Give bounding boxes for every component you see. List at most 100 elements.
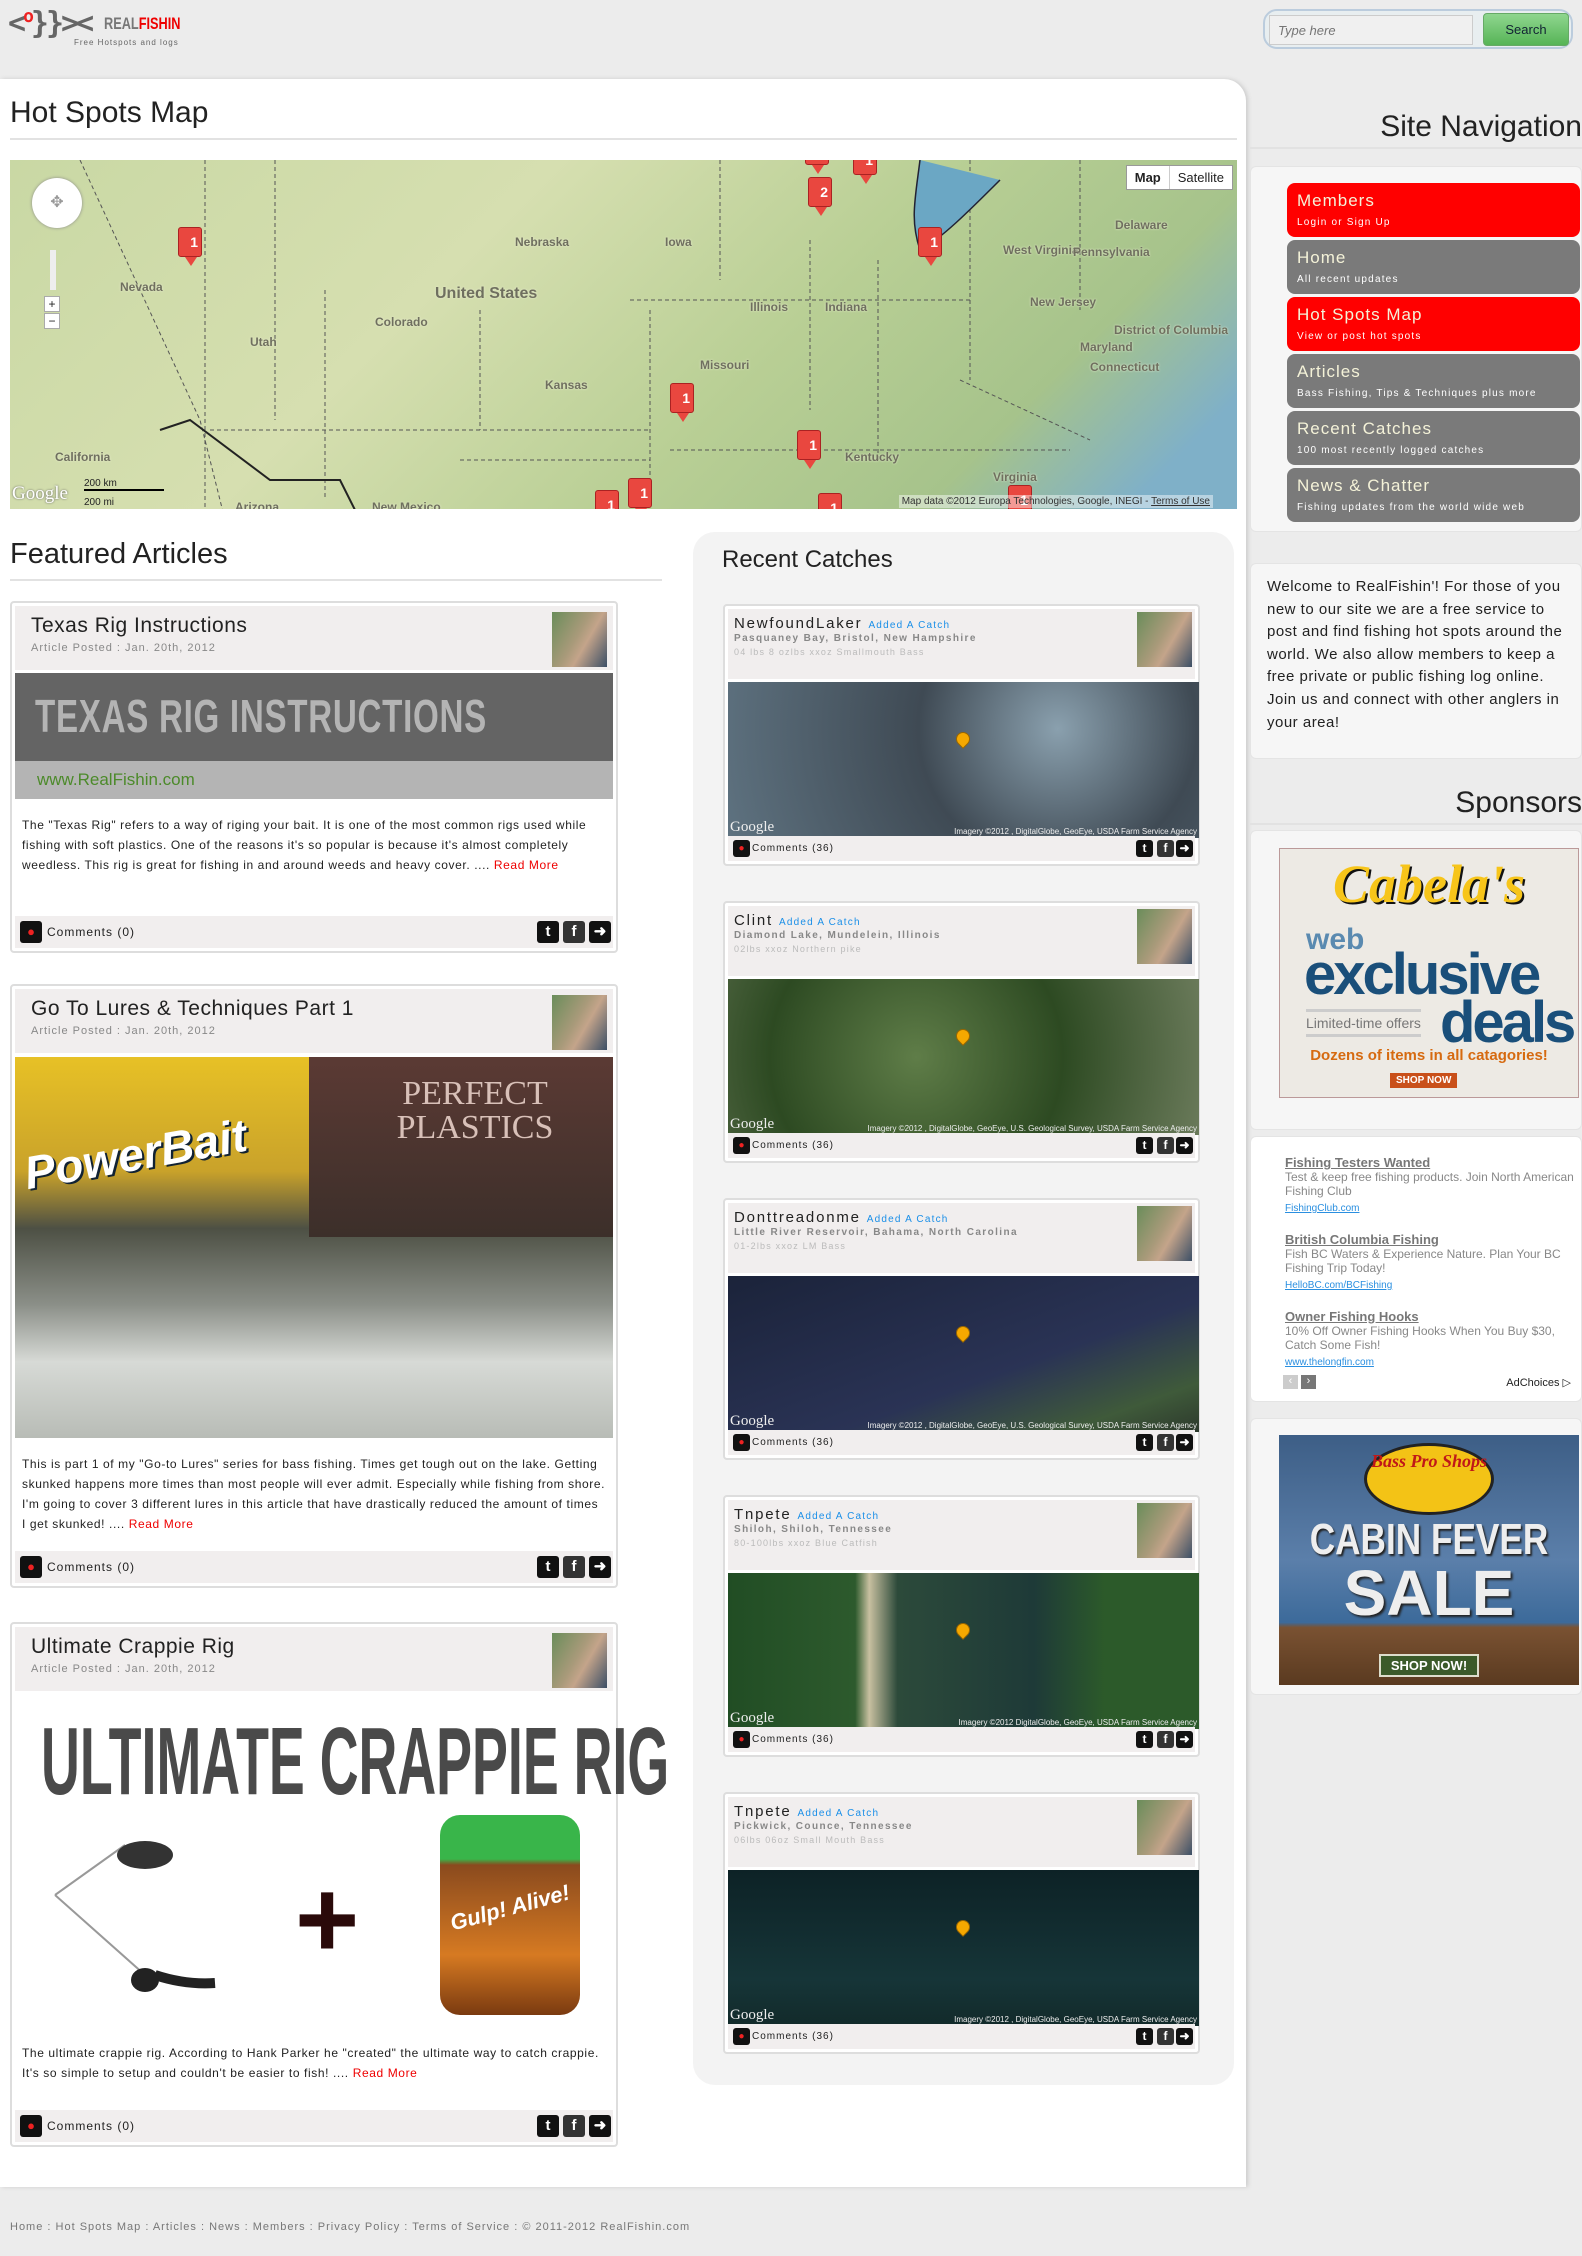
share-arrow-icon[interactable]: ➜ — [1176, 2028, 1193, 2045]
share-arrow-icon[interactable]: ➜ — [1176, 1434, 1193, 1451]
map-type-map[interactable]: Map — [1127, 166, 1170, 189]
footer-link[interactable]: Privacy Policy — [318, 2221, 400, 2233]
article-photo[interactable]: ULTIMATE CRAPPIE RIG + Gulp! Alive! — [15, 1695, 669, 2027]
footer-link[interactable]: Members — [253, 2221, 306, 2233]
catch-user[interactable]: Tnpete Added A Catch — [734, 1803, 879, 1820]
hotspot-marker[interactable]: 2 — [808, 177, 832, 216]
hotspot-marker[interactable]: 1 — [818, 493, 842, 509]
share-arrow-icon[interactable]: ➜ — [589, 1556, 611, 1578]
shop-now-button[interactable]: SHOP NOW! — [1378, 1654, 1480, 1677]
footer-link[interactable]: Hot Spots Map — [56, 2221, 142, 2233]
twitter-icon[interactable]: t — [537, 2115, 559, 2137]
comment-icon[interactable]: ● — [733, 840, 750, 857]
catch-pin-icon[interactable] — [953, 1620, 973, 1640]
catch-user[interactable]: Tnpete Added A Catch — [734, 1506, 879, 1523]
search-input[interactable] — [1269, 15, 1473, 45]
share-arrow-icon[interactable]: ➜ — [589, 921, 611, 943]
map-type-satellite[interactable]: Satellite — [1170, 166, 1232, 189]
nav-item[interactable]: Members Login or Sign Up — [1287, 183, 1580, 237]
hotspot-marker[interactable]: 1 — [670, 383, 694, 422]
hotspot-marker[interactable]: 1 — [595, 490, 619, 509]
catch-user[interactable]: NewfoundLaker Added A Catch — [734, 615, 950, 632]
comments-link[interactable]: Comments (36) — [752, 1734, 834, 1745]
comments-link[interactable]: Comments (36) — [752, 1437, 834, 1448]
ad-title-link[interactable]: Owner Fishing Hooks — [1285, 1309, 1581, 1324]
site-logo[interactable]: <o}}>< REALFISHIN Free Hotspots and logs — [8, 6, 188, 47]
ad-title-link[interactable]: Fishing Testers Wanted — [1285, 1155, 1581, 1170]
footer-link[interactable]: Terms of Service — [412, 2221, 510, 2233]
ad-prev-button[interactable]: ‹ — [1283, 1375, 1298, 1389]
pan-control[interactable]: ✥ — [32, 178, 82, 228]
hotspot-marker[interactable]: 1 — [628, 478, 652, 509]
share-arrow-icon[interactable]: ➜ — [589, 2115, 611, 2137]
facebook-icon[interactable]: f — [1157, 2028, 1174, 2045]
article-photo[interactable]: PowerBait PERFECT PLASTICS — [15, 1057, 613, 1438]
catch-pin-icon[interactable] — [953, 729, 973, 749]
share-arrow-icon[interactable]: ➜ — [1176, 1731, 1193, 1748]
catch-satellite-map[interactable]: Google Imagery ©2012 , DigitalGlobe, GeoE… — [728, 979, 1199, 1135]
footer-link[interactable]: Home — [10, 2221, 43, 2233]
catch-pin-icon[interactable] — [953, 1026, 973, 1046]
footer-link[interactable]: News — [209, 2221, 241, 2233]
article-title[interactable]: Ultimate Crappie Rig — [31, 1635, 235, 1659]
twitter-icon[interactable]: t — [1136, 1434, 1153, 1451]
twitter-icon[interactable]: t — [1136, 1137, 1153, 1154]
facebook-icon[interactable]: f — [1157, 1434, 1174, 1451]
hotspot-marker[interactable]: 1 — [178, 227, 202, 266]
share-arrow-icon[interactable]: ➜ — [1176, 1137, 1193, 1154]
catch-satellite-map[interactable]: Google Imagery ©2012 , DigitalGlobe, GeoE… — [728, 682, 1199, 838]
comments-link[interactable]: Comments (36) — [752, 843, 834, 854]
hotspot-marker[interactable]: 1 — [918, 227, 942, 266]
comment-icon[interactable]: ● — [20, 921, 42, 943]
ad-url-link[interactable]: HelloBC.com/BCFishing — [1285, 1280, 1392, 1291]
comment-icon[interactable]: ● — [20, 1556, 42, 1578]
nav-item[interactable]: News & Chatter Fishing updates from the w… — [1287, 468, 1580, 522]
comment-icon[interactable]: ● — [20, 2115, 42, 2137]
twitter-icon[interactable]: t — [537, 921, 559, 943]
catch-pin-icon[interactable] — [953, 1917, 973, 1937]
shop-now-button[interactable]: SHOP NOW — [1390, 1073, 1458, 1088]
comments-link[interactable]: Comments (36) — [752, 2031, 834, 2042]
terms-link[interactable]: Terms of Use — [1151, 496, 1210, 507]
twitter-icon[interactable]: t — [537, 1556, 559, 1578]
hotspot-marker[interactable]: 1 — [797, 430, 821, 469]
ad-url-link[interactable]: www.thelongfin.com — [1285, 1357, 1374, 1368]
catch-pin-icon[interactable] — [953, 1323, 973, 1343]
hot-spots-map[interactable]: 121111111111111111 United StatesNevadaUt… — [10, 160, 1237, 509]
facebook-icon[interactable]: f — [563, 921, 585, 943]
read-more-link[interactable]: Read More — [494, 858, 559, 872]
cabelas-ad[interactable]: Cabela's web exclusive deals Limited-tim… — [1279, 848, 1579, 1098]
bass-pro-ad[interactable]: Bass Pro Shops CABIN FEVER SALE SHOP NOW… — [1279, 1435, 1579, 1685]
search-button[interactable]: Search — [1483, 13, 1569, 46]
twitter-icon[interactable]: t — [1136, 2028, 1153, 2045]
nav-item[interactable]: Home All recent updates — [1287, 240, 1580, 294]
facebook-icon[interactable]: f — [563, 1556, 585, 1578]
catch-user[interactable]: Donttreadonme Added A Catch — [734, 1209, 949, 1226]
comment-icon[interactable]: ● — [733, 2028, 750, 2045]
read-more-link[interactable]: Read More — [353, 2066, 418, 2080]
facebook-icon[interactable]: f — [563, 2115, 585, 2137]
catch-satellite-map[interactable]: Google Imagery ©2012 , DigitalGlobe, GeoE… — [728, 1276, 1199, 1432]
comment-icon[interactable]: ● — [733, 1137, 750, 1154]
zoom-slider[interactable] — [50, 250, 56, 290]
article-title[interactable]: Texas Rig Instructions — [31, 614, 247, 638]
catch-satellite-map[interactable]: Google Imagery ©2012 DigitalGlobe, GeoEye… — [728, 1573, 1199, 1729]
ad-url-link[interactable]: FishingClub.com — [1285, 1203, 1359, 1214]
catch-user[interactable]: Clint Added A Catch — [734, 912, 861, 929]
adchoices-link[interactable]: AdChoices ▷ — [1506, 1376, 1571, 1389]
comment-icon[interactable]: ● — [733, 1731, 750, 1748]
share-arrow-icon[interactable]: ➜ — [1176, 840, 1193, 857]
read-more-link[interactable]: Read More — [129, 1517, 194, 1531]
nav-item[interactable]: Recent Catches 100 most recently logged c… — [1287, 411, 1580, 465]
facebook-icon[interactable]: f — [1157, 840, 1174, 857]
article-title[interactable]: Go To Lures & Techniques Part 1 — [31, 997, 354, 1021]
nav-item[interactable]: Hot Spots Map View or post hot spots — [1287, 297, 1580, 351]
twitter-icon[interactable]: t — [1136, 840, 1153, 857]
catch-satellite-map[interactable]: Google Imagery ©2012 , DigitalGlobe, GeoE… — [728, 1870, 1199, 2026]
comments-link[interactable]: Comments (36) — [752, 1140, 834, 1151]
comments-link[interactable]: Comments (0) — [47, 2119, 135, 2133]
footer-link[interactable]: Articles — [153, 2221, 197, 2233]
facebook-icon[interactable]: f — [1157, 1731, 1174, 1748]
zoom-in-button[interactable]: + — [44, 296, 60, 312]
hotspot-marker[interactable]: 1 — [805, 160, 829, 174]
